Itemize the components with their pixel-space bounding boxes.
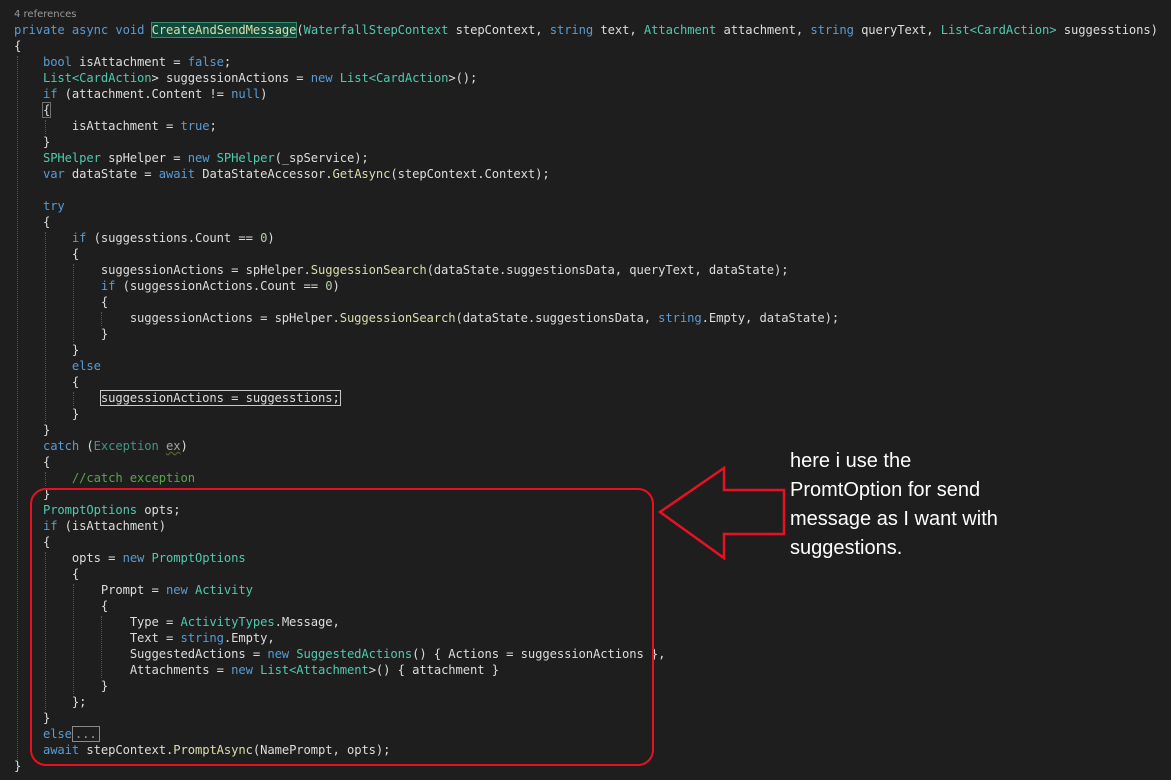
code-line: } [100,327,109,341]
code-line: } [71,343,80,357]
code-line: if (suggessionActions.Count == 0) [100,279,340,293]
code-line: private async void CreateAndSendMessage(… [14,22,1158,38]
code-line: suggessionActions = spHelper.SuggessionS… [129,311,840,325]
code-line: { [42,215,51,229]
code-line: else [71,359,101,373]
code-line: isAttachment = true; [71,119,217,133]
code-line: SPHelper spHelper = new SPHelper(_spServ… [42,151,369,165]
code-line: } [42,423,51,437]
code-line: try [42,199,65,213]
annotation-note: here i use the PromtOption for send mess… [790,447,1050,563]
code-line: { [14,102,1158,118]
code-line: suggessionActions = spHelper.SuggessionS… [100,263,789,277]
method-name-highlight[interactable]: CreateAndSendMessage [150,22,298,38]
annotation-line: message as I want with [790,508,998,530]
code-line: } [42,135,51,149]
selected-statement[interactable]: suggessionActions = suggesstions; [99,390,341,406]
brace-match: { [41,102,52,118]
annotation-line: PromtOption for send [790,479,981,501]
code-line: { [100,295,109,309]
code-line: List<CardAction> suggessionActions = new… [42,71,478,85]
code-line: { [71,247,80,261]
code-line: suggessionActions = suggesstions; [14,390,1158,406]
annotation-line: suggestions. [790,537,903,559]
code-line: { [14,39,22,53]
annotation-line: here i use the [790,450,912,472]
code-line: var dataState = await DataStateAccessor.… [42,167,550,181]
code-lens-references[interactable]: 4 references [14,9,77,20]
code-line: } [71,407,80,421]
annotation-arrow [657,466,786,561]
code-line: if (attachment.Content != null) [42,87,268,101]
code-line: { [71,375,80,389]
annotation-highlight-box [30,488,654,766]
code-line: bool isAttachment = false; [42,55,232,69]
code-line: if (suggesstions.Count == 0) [71,231,275,245]
